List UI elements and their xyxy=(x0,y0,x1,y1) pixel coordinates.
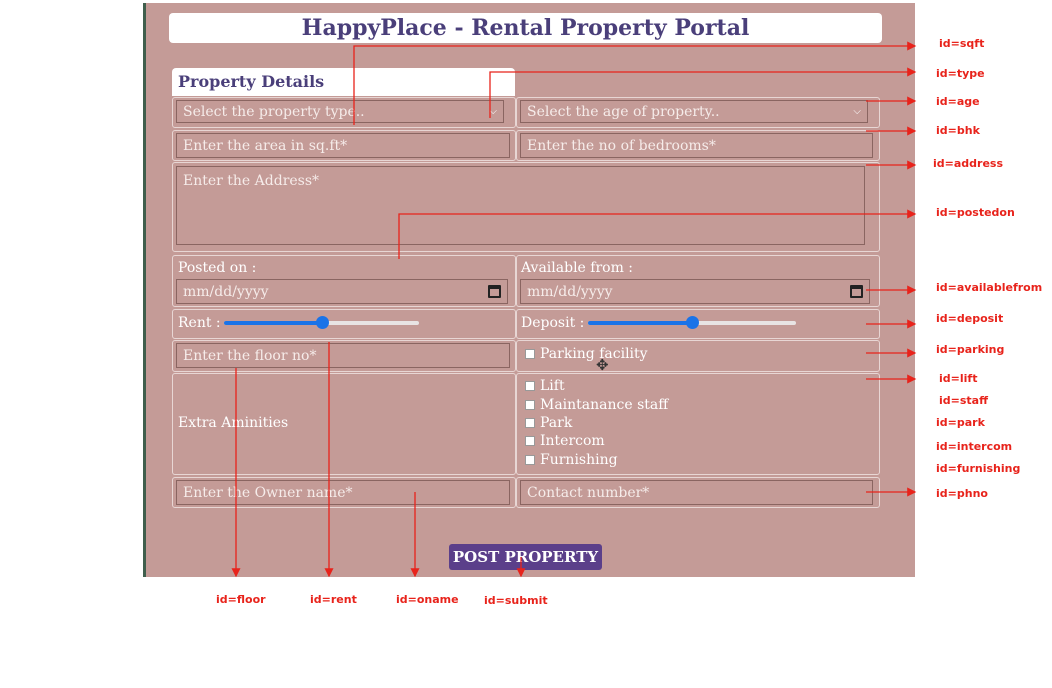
annotation-floor: id=floor xyxy=(216,593,266,606)
annotation-phno: id=phno xyxy=(936,487,988,500)
annotation-availablefrom: id=availablefrom xyxy=(936,281,1043,294)
annotation-submit: id=submit xyxy=(484,594,548,607)
annotation-staff: id=staff xyxy=(939,394,989,407)
annotation-address: id=address xyxy=(933,157,1004,170)
annotation-furnishing: id=furnishing xyxy=(936,462,1021,475)
annotation-sqft: id=sqft xyxy=(939,37,985,50)
annotation-oname: id=oname xyxy=(396,593,459,606)
annotation-parking: id=parking xyxy=(936,343,1005,356)
annotation-age: id=age xyxy=(936,95,980,108)
annotation-deposit: id=deposit xyxy=(936,312,1004,325)
annotation-type: id=type xyxy=(936,67,985,80)
annotation-arrows xyxy=(231,41,917,578)
annotation-bhk: id=bhk xyxy=(936,124,980,137)
annotation-park: id=park xyxy=(936,416,985,429)
annotation-rent: id=rent xyxy=(310,593,357,606)
annotation-postedon: id=postedon xyxy=(936,206,1015,219)
annotation-intercom: id=intercom xyxy=(936,440,1013,453)
annotation-lift: id=lift xyxy=(939,372,978,385)
